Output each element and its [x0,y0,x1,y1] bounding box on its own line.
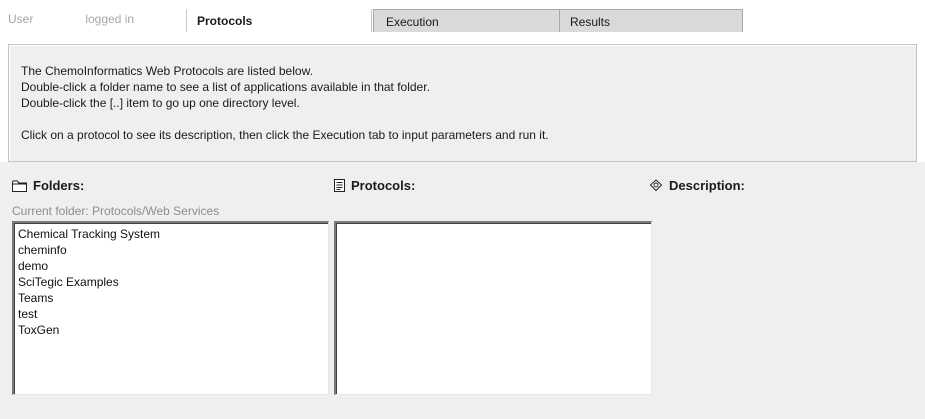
description-header: Description: [649,178,745,193]
folder-item[interactable]: Teams [18,290,328,306]
folder-list[interactable]: Chemical Tracking System cheminfo demo S… [12,221,329,395]
tab-bar: User logged in Protocols Execution Result… [0,0,925,36]
main-area: Folders: Current folder: Protocols/Web S… [0,162,925,419]
document-icon [334,179,345,192]
instruction-line: The ChemoInformatics Web Protocols are l… [21,64,313,78]
protocols-header: Protocols: [334,178,415,193]
user-label: User [8,12,34,26]
folders-heading: Folders: [33,178,85,193]
folders-header: Folders: [12,178,84,193]
instruction-line: Double-click the [..] item to go up one … [21,96,300,110]
instruction-line: Double-click a folder name to see a list… [21,80,430,94]
folder-icon [12,180,27,192]
description-heading: Description: [669,178,745,193]
folder-item[interactable]: cheminfo [18,242,328,258]
molecule-icon [649,179,663,192]
protocols-heading: Protocols: [351,178,416,193]
tab-execution[interactable]: Execution [373,9,560,32]
current-folder-path: Current folder: Protocols/Web Services [12,204,220,218]
folder-item[interactable]: ToxGen [18,322,328,338]
instructions-panel: The ChemoInformatics Web Protocols are l… [8,44,917,162]
tab-protocols[interactable]: Protocols [186,9,372,32]
tab-results[interactable]: Results [559,9,743,32]
folder-item[interactable]: test [18,306,328,322]
user-state: logged in [85,12,135,26]
folder-item[interactable]: Chemical Tracking System [18,226,328,242]
instruction-line: Click on a protocol to see its descripti… [21,128,549,142]
user-status: User logged in [8,12,134,26]
protocol-list[interactable] [334,221,652,395]
folder-item[interactable]: SciTegic Examples [18,274,328,290]
folder-item[interactable]: demo [18,258,328,274]
protocols-page: User logged in Protocols Execution Result… [0,0,925,419]
